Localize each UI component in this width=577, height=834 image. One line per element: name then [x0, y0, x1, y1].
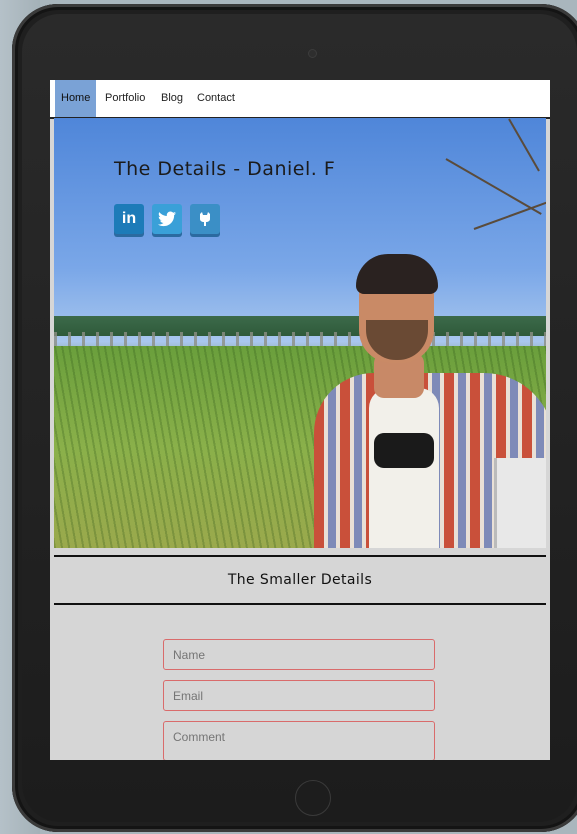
hero-image: The Details - Daniel. F in — [54, 118, 546, 548]
hair — [356, 254, 438, 294]
top-nav: Home Portfolio Blog Contact — [50, 80, 550, 119]
bench — [494, 458, 546, 548]
twitter-bird-icon — [158, 211, 176, 227]
camera-icon — [308, 49, 317, 58]
section-title: The Smaller Details — [227, 572, 373, 588]
octocat-icon — [200, 212, 210, 226]
tree-branch — [445, 158, 542, 215]
nav-contact[interactable]: Contact — [191, 80, 241, 117]
nav-portfolio[interactable]: Portfolio — [99, 80, 151, 117]
home-button[interactable] — [295, 780, 331, 816]
name-field[interactable] — [163, 639, 435, 670]
t-shirt — [369, 388, 439, 548]
nav-blog[interactable]: Blog — [155, 80, 189, 117]
nav-home[interactable]: Home — [55, 80, 97, 117]
email-field[interactable] — [163, 680, 435, 711]
tablet-screen: Home Portfolio Blog Contact The Details … — [50, 80, 550, 760]
linkedin-icon[interactable]: in — [114, 204, 144, 234]
tree-branch — [473, 197, 546, 230]
section-header: The Smaller Details — [54, 555, 546, 605]
hero-title: The Details - Daniel. F — [114, 158, 336, 180]
github-icon[interactable] — [190, 204, 220, 234]
comment-field[interactable] — [163, 721, 435, 760]
tree-branch — [508, 118, 540, 172]
twitter-icon[interactable] — [152, 204, 182, 234]
shirt-logo — [374, 433, 434, 468]
